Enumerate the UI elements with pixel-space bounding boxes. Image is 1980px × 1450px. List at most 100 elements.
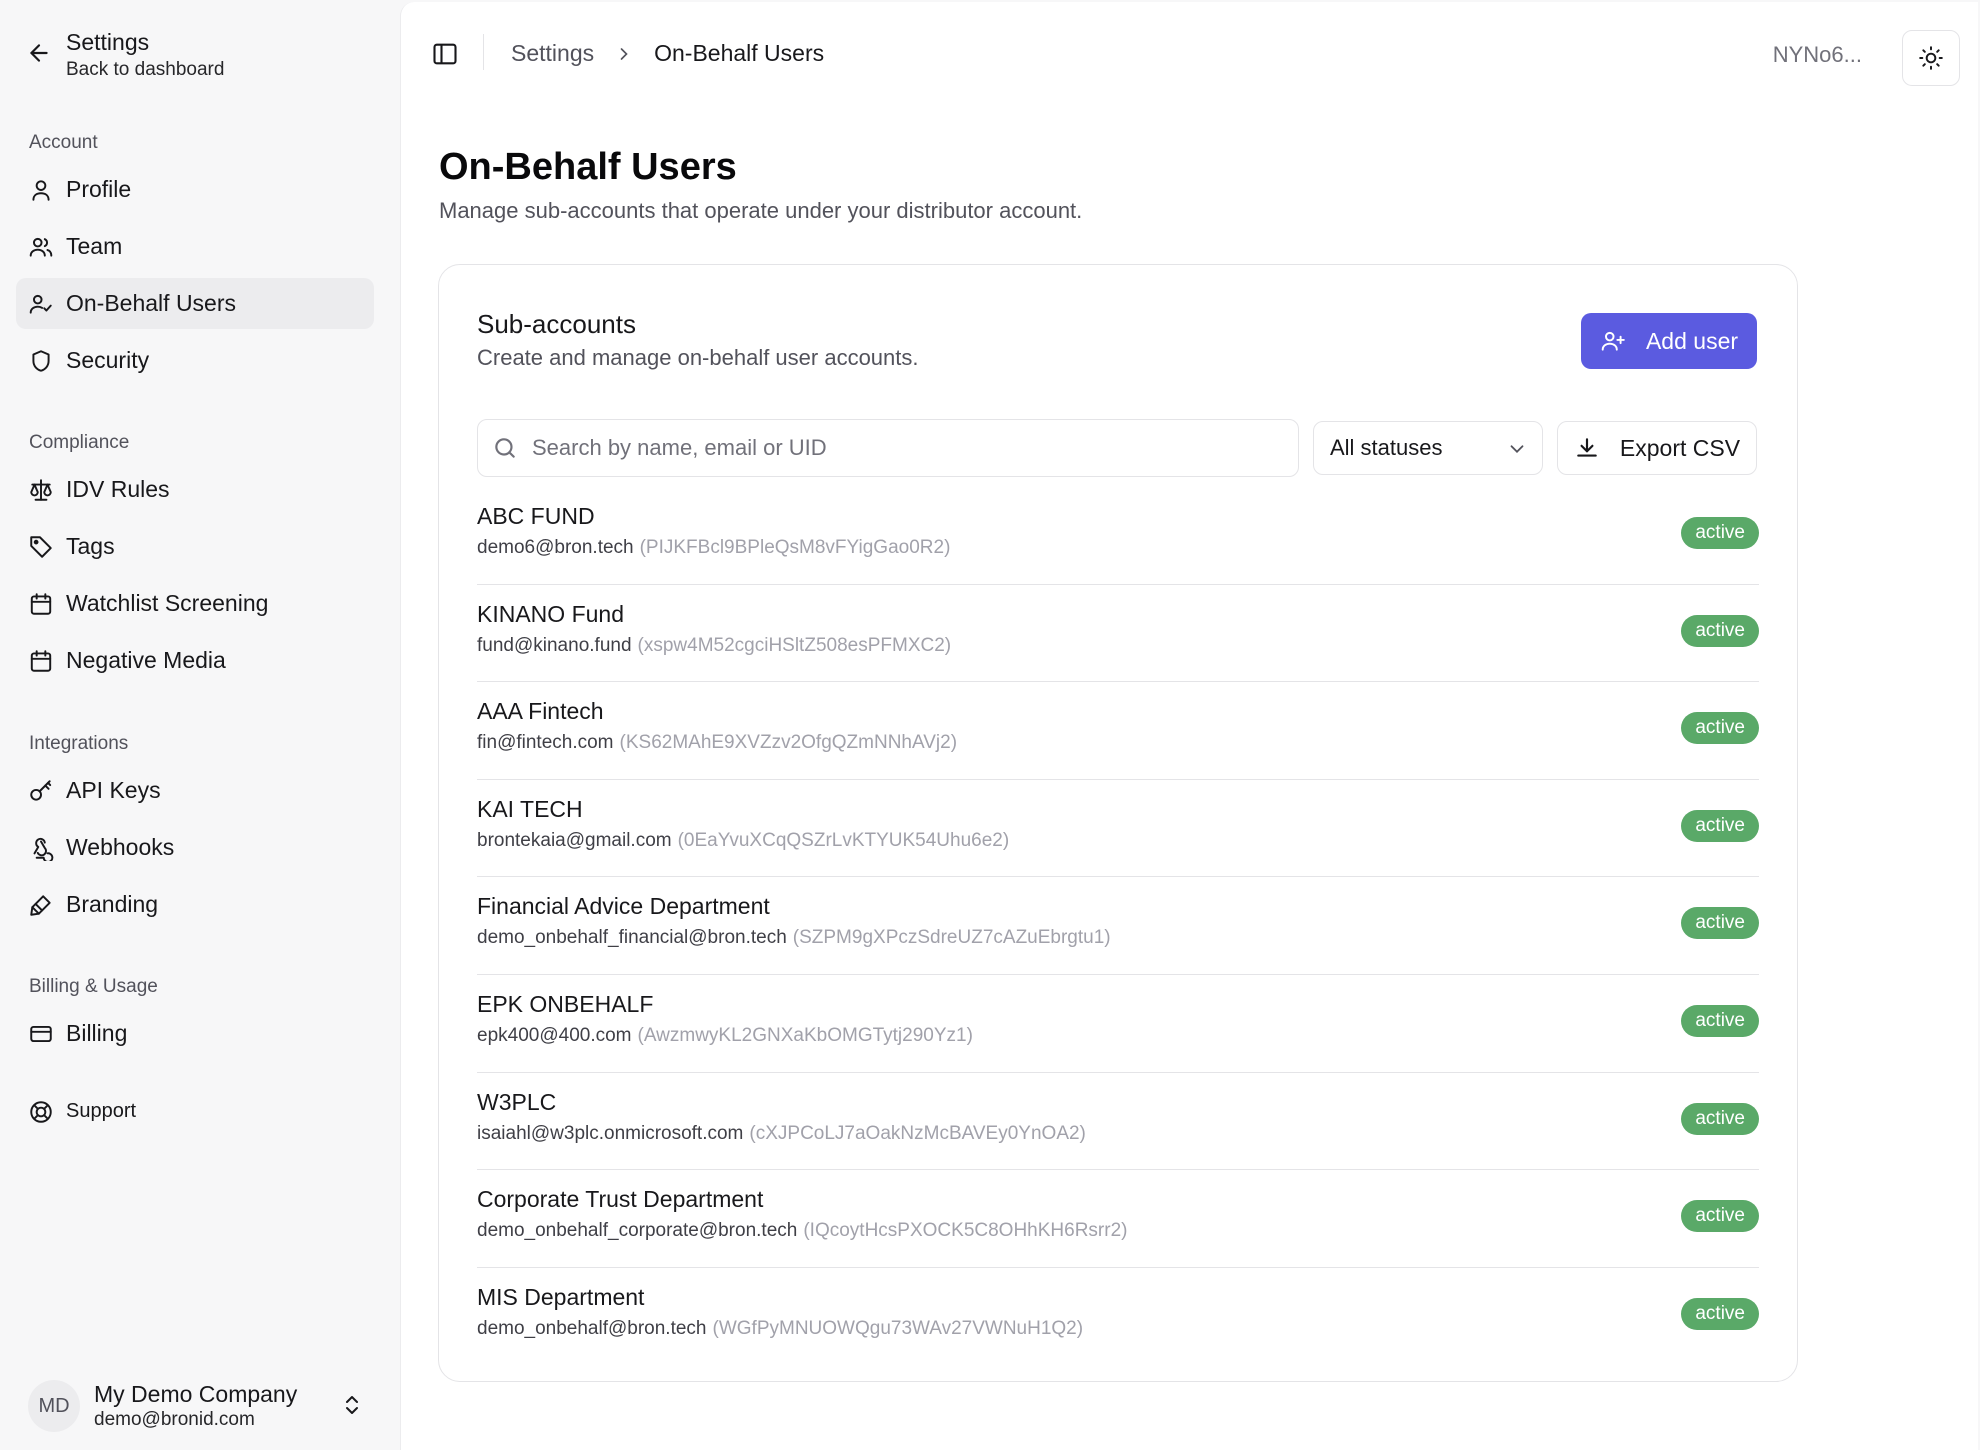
- sidebar-title: Settings: [66, 29, 150, 55]
- user-uid: (AwzmwyKL2GNXaKbOMGTytj290Yz1): [637, 1024, 973, 1046]
- status-badge: active: [1681, 1200, 1759, 1233]
- org-name: My Demo Company: [94, 1381, 298, 1407]
- card-title: Sub-accounts: [477, 309, 636, 339]
- users-icon: [29, 237, 53, 257]
- page-description: Manage sub-accounts that operate under y…: [439, 198, 1083, 223]
- user-uid: (0EaYvuXCqQSZrLvKTYUK54Uhu6e2): [677, 829, 1010, 851]
- list-item[interactable]: KAI TECH brontekaia@gmail.com (0EaYvuXCqQ…: [477, 780, 1759, 878]
- user-email: demo_onbehalf_corporate@bron.tech: [477, 1220, 798, 1242]
- user-name: Corporate Trust Department: [477, 1186, 764, 1213]
- sidebar-item-team[interactable]: Team: [16, 221, 374, 272]
- user-email: fin@fintech.com: [477, 732, 614, 754]
- settings-sidebar: Settings Back to dashboard Account Profi…: [0, 0, 400, 1450]
- status-badge: active: [1681, 517, 1759, 549]
- sidebar-item-label: Security: [66, 347, 150, 373]
- sidebar-item-profile[interactable]: Profile: [16, 164, 374, 215]
- back-to-dashboard[interactable]: Settings Back to dashboard: [26, 28, 224, 82]
- topbar-divider: [483, 34, 484, 70]
- sub-account-list: ABC FUND demo6@bron.tech (PIJKFBcl9BPleQs…: [477, 487, 1759, 1365]
- user-uid: (IQcoytHcsPXOCK5C8OHhKH6Rsrr2): [803, 1220, 1128, 1242]
- user-uid: (xspw4M52cgciHSltZ508esPFMXC2): [637, 634, 952, 656]
- sidebar-item-support[interactable]: Support: [16, 1086, 374, 1137]
- sidebar-item-tags[interactable]: Tags: [16, 521, 374, 572]
- section-label-account: Account: [29, 132, 98, 153]
- sun-icon: [1919, 46, 1943, 70]
- sidebar-subtitle[interactable]: Back to dashboard: [66, 58, 224, 82]
- search-field[interactable]: [477, 419, 1299, 477]
- sidebar-item-label: Webhooks: [66, 834, 175, 860]
- user-email: brontekaia@gmail.com: [477, 829, 672, 851]
- breadcrumb-current: On-Behalf Users: [654, 40, 825, 66]
- shield-icon: [32, 349, 50, 372]
- status-filter-value: All statuses: [1330, 435, 1443, 460]
- user-name: Financial Advice Department: [477, 893, 770, 920]
- sidebar-item-branding[interactable]: Branding: [16, 879, 374, 930]
- add-user-button[interactable]: Add user: [1581, 313, 1757, 369]
- list-item[interactable]: W3PLC isaiahl@w3plc.onmicrosoft.com (cXJP…: [477, 1073, 1759, 1171]
- user-id-short[interactable]: NYNo6...: [1773, 42, 1862, 68]
- sidebar-toggle-icon[interactable]: [431, 40, 459, 68]
- tag-icon: [30, 535, 52, 558]
- user-email: epk400@400.com: [477, 1024, 632, 1046]
- sidebar-section-billing: Billing & Usage Billing: [16, 972, 374, 1059]
- user-email: isaiahl@w3plc.onmicrosoft.com: [477, 1122, 744, 1144]
- list-item[interactable]: ABC FUND demo6@bron.tech (PIJKFBcl9BPleQs…: [477, 487, 1759, 585]
- list-item[interactable]: Financial Advice Department demo_onbehal…: [477, 877, 1759, 975]
- section-label-integrations: Integrations: [29, 733, 129, 754]
- download-icon: [1577, 438, 1597, 457]
- sidebar-section-compliance: Compliance IDV Rules Tags Watchlist Scre…: [16, 428, 374, 686]
- theme-toggle-button[interactable]: [1902, 30, 1960, 86]
- sidebar-item-negative-media[interactable]: Negative Media: [16, 635, 374, 686]
- brush-icon: [30, 894, 51, 916]
- status-badge: active: [1681, 809, 1759, 842]
- add-user-label: Add user: [1645, 327, 1739, 354]
- breadcrumb-settings[interactable]: Settings: [511, 40, 594, 67]
- section-label-compliance: Compliance: [29, 432, 130, 453]
- sidebar-item-label: IDV Rules: [66, 476, 170, 502]
- export-csv-label: Export CSV: [1619, 434, 1741, 461]
- topbar: Settings On-Behalf Users NYNo6...: [401, 2, 1978, 102]
- calendar-icon: [30, 649, 52, 672]
- sidebar-item-label: Branding: [66, 891, 159, 917]
- sidebar-item-watchlist-screening[interactable]: Watchlist Screening: [16, 578, 374, 629]
- user-email: fund@kinano.fund: [477, 634, 632, 656]
- status-badge: active: [1681, 907, 1759, 940]
- user-name: ABC FUND: [477, 503, 595, 529]
- user-name: KAI TECH: [477, 795, 583, 822]
- status-badge: active: [1681, 1297, 1759, 1330]
- chevron-down-icon: [1510, 445, 1524, 454]
- sidebar-item-label: Tags: [66, 533, 115, 559]
- sidebar-item-label: API Keys: [66, 777, 161, 803]
- chevrons-up-down-icon[interactable]: [340, 1392, 364, 1418]
- user-name: W3PLC: [477, 1088, 557, 1115]
- status-filter-select[interactable]: All statuses: [1313, 421, 1543, 475]
- user-name: EPK ONBEHALF: [477, 990, 654, 1017]
- lifebuoy-icon: [30, 1100, 52, 1123]
- org-email: demo@bronid.com: [94, 1409, 255, 1430]
- sidebar-item-label: Support: [66, 1100, 137, 1122]
- main-panel: Settings On-Behalf Users NYNo6... On-Beh…: [400, 2, 1978, 1450]
- list-item[interactable]: EPK ONBEHALF epk400@400.com (AwzmwyKL2GNX…: [477, 975, 1759, 1073]
- user-uid: (SZPM9gXPczSdreUZ7cAZuEbrgtu1): [792, 927, 1111, 949]
- arrow-left-icon[interactable]: [26, 40, 52, 66]
- sidebar-item-on-behalf-users[interactable]: On-Behalf Users: [16, 278, 374, 329]
- org-switcher[interactable]: MD My Demo Company demo@bronid.com: [28, 1378, 364, 1434]
- list-item[interactable]: AAA Fintech fin@fintech.com (KS62MAhE9XVZ…: [477, 682, 1759, 780]
- sidebar-item-label: Watchlist Screening: [66, 590, 269, 616]
- list-item[interactable]: MIS Department demo_onbehalf@bron.tech (W…: [477, 1268, 1759, 1366]
- sidebar-item-billing[interactable]: Billing: [16, 1008, 374, 1059]
- user-check-icon: [29, 294, 52, 314]
- export-csv-button[interactable]: Export CSV: [1557, 421, 1757, 475]
- sidebar-item-webhooks[interactable]: Webhooks: [16, 822, 374, 873]
- list-item[interactable]: Corporate Trust Department demo_onbehalf…: [477, 1170, 1759, 1268]
- search-input[interactable]: [532, 435, 1272, 461]
- page-title: On-Behalf Users: [439, 146, 737, 188]
- sidebar-section-support: Support: [16, 1080, 374, 1137]
- sidebar-item-idv-rules[interactable]: IDV Rules: [16, 464, 374, 515]
- user-uid: (KS62MAhE9XVZzv2OfgQZmNNhAVj2): [619, 732, 958, 754]
- user-email: demo_onbehalf_financial@bron.tech: [477, 927, 787, 949]
- sidebar-item-api-keys[interactable]: API Keys: [16, 765, 374, 816]
- sidebar-item-label: On-Behalf Users: [66, 290, 237, 316]
- sidebar-item-security[interactable]: Security: [16, 335, 374, 386]
- list-item[interactable]: KINANO Fund fund@kinano.fund (xspw4M52cgc…: [477, 585, 1759, 683]
